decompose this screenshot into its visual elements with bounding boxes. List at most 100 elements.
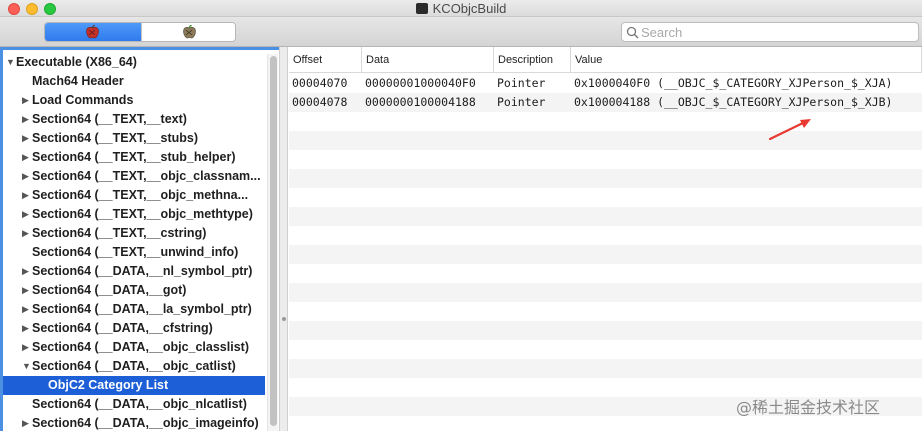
sidebar-item[interactable]: ▶ Load Commands (3, 91, 265, 110)
disclosure-collapsed-icon[interactable]: ▶ (22, 110, 29, 129)
segment-dim-apple[interactable] (141, 23, 235, 41)
sidebar-item-label: Section64 (__DATA,__cfstring) (32, 321, 213, 335)
disclosure-collapsed-icon[interactable]: ▶ (22, 300, 29, 319)
document-icon (415, 3, 428, 14)
sidebar-item-label: Section64 (__TEXT,__objc_methtype) (32, 207, 253, 221)
table-row[interactable]: 00004070 00000001000040F0 Pointer 0x1000040… (289, 74, 922, 93)
sidebar-item[interactable]: ▶ Section64 (__TEXT,__text) (3, 110, 265, 129)
sidebar-item-label: Load Commands (32, 93, 134, 107)
table-row-empty (289, 207, 922, 226)
sidebar-item[interactable]: ▶ Section64 (__TEXT,__objc_methtype) (3, 205, 265, 224)
cell-value: 0x1000040F0 (__OBJC_$_CATEGORY_XJPerson_… (574, 76, 893, 90)
table-row-empty (289, 416, 922, 431)
sidebar-item-label: Section64 (__TEXT,__stub_helper) (32, 150, 236, 164)
cell-data: 0000000100004188 (365, 95, 476, 109)
sidebar-item-label: Section64 (__TEXT,__text) (32, 112, 187, 126)
sidebar-scroll-thumb[interactable] (270, 56, 277, 426)
sidebar-item-label: Section64 (__DATA,__objc_imageinfo) (32, 416, 259, 430)
sidebar-scrollbar[interactable] (267, 54, 278, 431)
cell-offset: 00004078 (292, 95, 348, 109)
disclosure-expanded-icon[interactable]: ▼ (6, 53, 15, 72)
divider-handle[interactable] (282, 317, 286, 321)
sidebar-item[interactable]: ▶ Section64 (__TEXT,__stubs) (3, 129, 265, 148)
sidebar-item-selected[interactable]: ObjC2 Category List (3, 376, 265, 395)
cell-value: 0x100004188 (__OBJC_$_CATEGORY_XJPerson_… (574, 95, 893, 109)
red-apple-icon (86, 25, 99, 39)
sidebar-item[interactable]: Section64 (__TEXT,__unwind_info) (3, 243, 265, 262)
sidebar-item[interactable]: ▶ Section64 (__TEXT,__objc_classnam... (3, 167, 265, 186)
sidebar-outline: ▼ Executable (X86_64) Mach64 Header ▶ Load C… (0, 47, 279, 431)
sidebar-item-label: Section64 (__TEXT,__cstring) (32, 226, 207, 240)
annotation-arrow-icon (768, 119, 811, 141)
table-row-empty (289, 112, 922, 131)
search-input[interactable] (641, 24, 911, 40)
cell-description: Pointer (497, 76, 546, 90)
table-row-empty (289, 302, 922, 321)
table-row[interactable]: 00004078 0000000100004188 Pointer 0x1000041… (289, 93, 922, 112)
disclosure-collapsed-icon[interactable]: ▶ (22, 205, 29, 224)
sidebar-item-label: Section64 (__TEXT,__unwind_info) (32, 245, 239, 259)
sidebar-item-label: Section64 (__TEXT,__objc_classnam... (32, 169, 261, 183)
disclosure-collapsed-icon[interactable]: ▶ (22, 186, 29, 205)
search-field[interactable] (621, 22, 919, 42)
sidebar-item[interactable]: ▶ Section64 (__DATA,__objc_imageinfo) (3, 414, 265, 431)
sidebar-item-label: Section64 (__DATA,__objc_catlist) (32, 359, 236, 373)
segment-red-apple[interactable] (45, 23, 141, 41)
table-row-empty (289, 188, 922, 207)
window-title: KCObjcBuild (432, 1, 507, 16)
column-header-description[interactable]: Description (494, 47, 571, 73)
sidebar-item[interactable]: ▶ Section64 (__DATA,__nl_symbol_ptr) (3, 262, 265, 281)
disclosure-collapsed-icon[interactable]: ▶ (22, 224, 29, 243)
sidebar-item[interactable]: ▼ Executable (X86_64) (3, 53, 265, 72)
disclosure-collapsed-icon[interactable]: ▶ (22, 167, 29, 186)
column-header-value[interactable]: Value (571, 47, 922, 73)
disclosure-collapsed-icon[interactable]: ▶ (22, 91, 29, 110)
column-header-offset[interactable]: Offset (289, 47, 362, 73)
disclosure-collapsed-icon[interactable]: ▶ (22, 338, 29, 357)
disclosure-collapsed-icon[interactable]: ▶ (22, 281, 29, 300)
table-row-empty (289, 226, 922, 245)
sidebar-item-label: Section64 (__DATA,__nl_symbol_ptr) (32, 264, 253, 278)
cell-offset: 00004070 (292, 76, 348, 90)
disclosure-collapsed-icon[interactable]: ▶ (22, 414, 29, 431)
search-icon (626, 26, 639, 39)
sidebar-item[interactable]: ▶ Section64 (__DATA,__cfstring) (3, 319, 265, 338)
sidebar-item[interactable]: ▶ Section64 (__TEXT,__stub_helper) (3, 148, 265, 167)
sidebar-item[interactable]: ▶ Section64 (__DATA,__objc_classlist) (3, 338, 265, 357)
table-row-empty (289, 150, 922, 169)
cell-description: Pointer (497, 95, 546, 109)
mode-segmented-control (44, 22, 236, 42)
sidebar-item[interactable]: ▼ Section64 (__DATA,__objc_catlist) (3, 357, 265, 376)
sidebar-item[interactable]: ▶ Section64 (__TEXT,__objc_methna... (3, 186, 265, 205)
disclosure-collapsed-icon[interactable]: ▶ (22, 129, 29, 148)
sidebar-item-label: Section64 (__DATA,__objc_nlcatlist) (32, 397, 247, 411)
window-title-wrap: KCObjcBuild (0, 1, 922, 16)
table-row-empty (289, 359, 922, 378)
title-bar: KCObjcBuild (0, 0, 922, 17)
sidebar-item[interactable]: ▶ Section64 (__TEXT,__cstring) (3, 224, 265, 243)
sidebar-item-label: Section64 (__DATA,__la_symbol_ptr) (32, 302, 252, 316)
sidebar-item[interactable]: ▶ Section64 (__DATA,__la_symbol_ptr) (3, 300, 265, 319)
sidebar-item[interactable]: Section64 (__DATA,__objc_nlcatlist) (3, 395, 265, 414)
table-row-empty (289, 264, 922, 283)
sidebar-item[interactable]: ▶ Section64 (__DATA,__got) (3, 281, 265, 300)
sidebar-item-label: ObjC2 Category List (48, 378, 169, 392)
toolbar (0, 17, 922, 47)
watermark: @稀土掘金技术社区 (736, 398, 881, 417)
sidebar-item[interactable]: Mach64 Header (3, 72, 265, 91)
column-header-data[interactable]: Data (362, 47, 494, 73)
disclosure-collapsed-icon[interactable]: ▶ (22, 262, 29, 281)
table-header: Offset Data Description Value (289, 47, 922, 73)
sidebar-item-label: Section64 (__DATA,__got) (32, 283, 187, 297)
sidebar-item-label: Section64 (__TEXT,__stubs) (32, 131, 199, 145)
dim-apple-icon (183, 25, 196, 39)
disclosure-expanded-icon[interactable]: ▼ (22, 357, 31, 376)
table-row-empty (289, 131, 922, 150)
cell-data: 00000001000040F0 (365, 76, 476, 90)
sidebar-item-label: Section64 (__TEXT,__objc_methna... (32, 188, 249, 202)
split-view-divider[interactable] (279, 47, 288, 431)
disclosure-collapsed-icon[interactable]: ▶ (22, 319, 29, 338)
sidebar-item-label: Executable (X86_64) (16, 55, 137, 69)
table-row-empty (289, 169, 922, 188)
disclosure-collapsed-icon[interactable]: ▶ (22, 148, 29, 167)
